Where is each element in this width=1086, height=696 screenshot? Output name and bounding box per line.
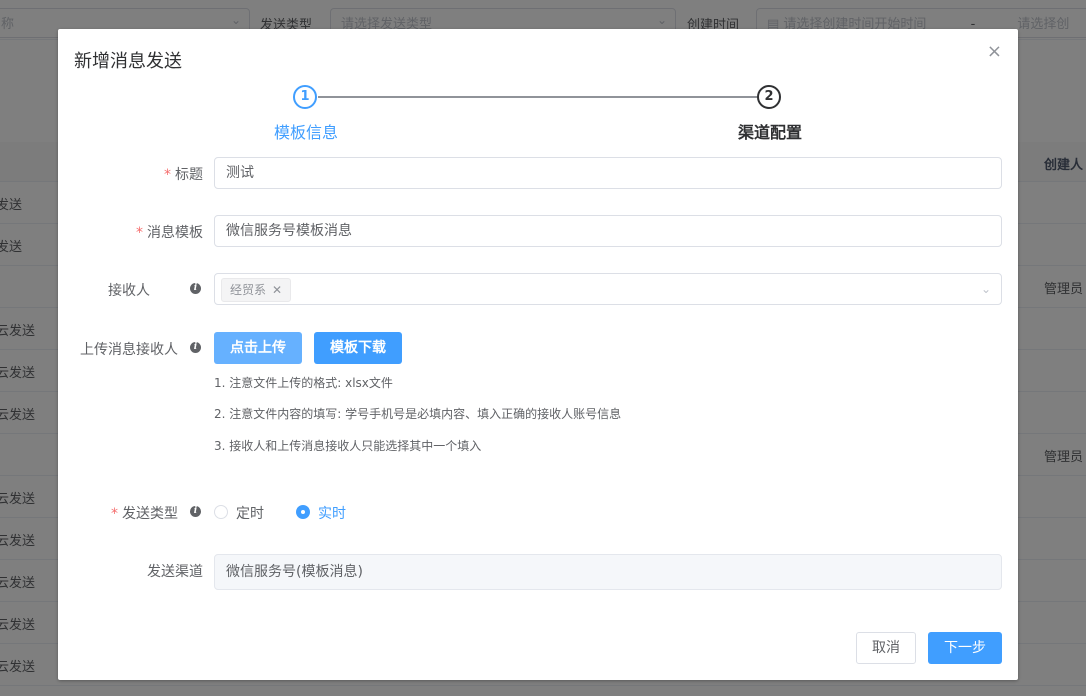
cancel-button[interactable]: 取消 — [856, 632, 916, 664]
required-mark: * — [136, 225, 143, 241]
channel-input: 微信服务号(模板消息) — [214, 554, 1002, 590]
info-icon[interactable]: i — [190, 506, 201, 517]
upload-note-2: 2. 注意文件内容的填写: 学号手机号是必填内容、填入正确的接收人账号信息 — [214, 407, 622, 421]
recipient-field-label: 接收人 — [108, 283, 150, 299]
add-message-send-dialog: 新增消息发送 × 1 2 模板信息 渠道配置 * 标题 测试 * 消息模板 微信服务… — [58, 29, 1018, 680]
recipient-select[interactable]: 经贸系 ✕ ⌄ — [214, 273, 1002, 305]
step-1-title: 模板信息 — [274, 123, 339, 142]
radio-scheduled-label[interactable]: 定时 — [236, 503, 264, 523]
step-2-circle: 2 — [757, 85, 781, 109]
recipient-tag: 经贸系 ✕ — [221, 278, 292, 302]
close-icon[interactable]: ✕ — [272, 283, 282, 297]
upload-note-1: 1. 注意文件上传的格式: xlsx文件 — [214, 376, 393, 390]
send-type-label-text: 发送类型 — [122, 506, 178, 522]
upload-field-label: 上传消息接收人 — [80, 342, 178, 358]
chevron-down-icon: ⌄ — [980, 282, 991, 296]
required-mark: * — [111, 506, 118, 522]
channel-field-label: 发送渠道 — [147, 564, 203, 580]
radio-realtime-label[interactable]: 实时 — [318, 503, 346, 523]
step-2-title: 渠道配置 — [738, 123, 803, 142]
title-input[interactable]: 测试 — [214, 157, 1002, 189]
send-type-field-label: * 发送类型 — [111, 503, 178, 523]
step-1-circle: 1 — [293, 85, 317, 109]
radio-scheduled[interactable] — [214, 505, 228, 519]
info-icon[interactable]: i — [190, 342, 201, 353]
upload-button[interactable]: 点击上传 — [214, 332, 302, 364]
template-input[interactable]: 微信服务号模板消息 — [214, 215, 1002, 247]
next-step-button[interactable]: 下一步 — [928, 632, 1002, 664]
template-field-label: * 消息模板 — [136, 222, 203, 242]
template-download-button[interactable]: 模板下载 — [314, 332, 402, 364]
title-field-label: * 标题 — [164, 164, 203, 184]
info-icon[interactable]: i — [190, 283, 201, 294]
template-label-text: 消息模板 — [147, 225, 203, 241]
close-icon[interactable]: × — [987, 41, 1002, 62]
steps-connector-line — [318, 96, 760, 98]
title-label-text: 标题 — [175, 167, 203, 183]
upload-note-3: 3. 接收人和上传消息接收人只能选择其中一个填入 — [214, 439, 482, 453]
radio-realtime[interactable] — [296, 505, 310, 519]
required-mark: * — [164, 167, 171, 183]
dialog-title: 新增消息发送 — [74, 51, 182, 72]
recipient-tag-label: 经贸系 — [230, 283, 267, 297]
